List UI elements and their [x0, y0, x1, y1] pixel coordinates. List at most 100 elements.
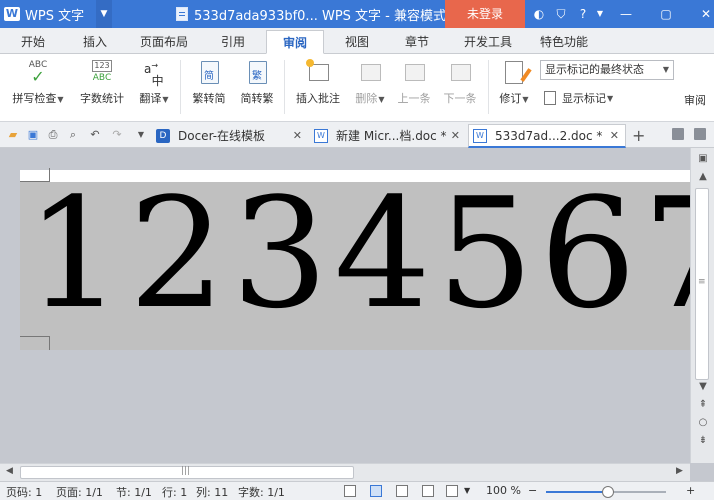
title-bar: W WPS 文字 ▼ 533d7ada933bf0... WPS 文字 - 兼容…	[0, 0, 714, 28]
next-page-icon[interactable]: ⇟	[696, 434, 710, 448]
document-tab-bar: ▰ ▣ ⎙ ⌕ ↶ ↷ ▼ D Docer-在线模板 ✕ W 新建 Micr..…	[0, 122, 714, 148]
previous-page-icon[interactable]: ⇞	[696, 398, 710, 412]
zoom-slider-knob[interactable]	[602, 486, 614, 498]
doc-tab-new-document[interactable]: W 新建 Micr...档.doc * ✕	[310, 124, 466, 148]
document-text[interactable]: 12345678	[26, 178, 690, 330]
undo-icon[interactable]: ↶	[88, 128, 102, 142]
trad-to-simp-button[interactable]: 简 繁转简	[186, 60, 232, 106]
select-browse-object-icon[interactable]: ○	[696, 416, 710, 430]
fullscreen-icon[interactable]	[344, 485, 356, 497]
simp-to-trad-button[interactable]: 繁 简转繁	[234, 60, 280, 106]
status-section: 节: 1/1	[116, 486, 152, 499]
new-tab-icon[interactable]: +	[632, 126, 645, 145]
insert-comment-label: 插入批注	[296, 92, 340, 105]
horizontal-scrollbar[interactable]: ◀ ||| ▶	[0, 463, 690, 481]
ribbon-separator	[488, 60, 489, 114]
chevron-down-icon: ▼	[662, 65, 669, 74]
zoom-out-icon[interactable]: −	[528, 484, 537, 497]
tab-home[interactable]: 开始	[12, 30, 54, 54]
word-count-label: 字数统计	[80, 92, 124, 105]
minimize-icon[interactable]: —	[606, 0, 646, 28]
tab-references[interactable]: 引用	[212, 30, 254, 54]
tab-list-icon[interactable]	[672, 128, 684, 140]
quick-access-dropdown-icon[interactable]: ▼	[134, 128, 148, 142]
close-tab-icon[interactable]: ✕	[451, 125, 460, 147]
close-icon[interactable]: ✕	[686, 0, 714, 28]
show-markup-button[interactable]: 显示标记 ▼	[544, 90, 613, 106]
delete-comment-button[interactable]: 删除▼	[350, 60, 390, 106]
tab-developer[interactable]: 开发工具	[458, 30, 518, 54]
app-menu-dropdown-icon[interactable]: ▼	[96, 0, 112, 28]
word-count-button[interactable]: 123 ABC 字数统计	[74, 60, 130, 106]
zoom-in-icon[interactable]: +	[686, 484, 695, 497]
document-canvas[interactable]: 12345678	[0, 148, 690, 463]
scroll-down-icon[interactable]: ▼	[696, 380, 710, 394]
close-tab-icon[interactable]: ✕	[293, 125, 302, 147]
view-dropdown-icon[interactable]: ▼	[464, 486, 470, 495]
zoom-level[interactable]: 100 %	[486, 484, 521, 497]
status-column: 列: 11	[196, 486, 229, 499]
print-preview-icon[interactable]: ⌕	[66, 128, 80, 142]
docer-icon: D	[156, 129, 170, 143]
zoom-slider[interactable]	[546, 486, 666, 498]
doc-tab-docer[interactable]: D Docer-在线模板 ✕	[152, 124, 308, 148]
outline-view-icon[interactable]	[396, 485, 408, 497]
status-word-count[interactable]: 字数: 1/1	[238, 484, 285, 500]
login-button[interactable]: 未登录	[445, 0, 525, 28]
tab-special-features[interactable]: 特色功能	[536, 30, 592, 54]
skin-icon[interactable]: ◐	[528, 0, 550, 28]
vertical-scrollbar[interactable]: ▣ ▲ ≡ ▼ ⇞ ○ ⇟	[690, 148, 714, 463]
spell-check-label: 拼写检查	[12, 92, 57, 105]
tab-view[interactable]: 视图	[336, 30, 378, 54]
next-comment-button[interactable]: 下一条	[440, 60, 480, 106]
spell-check-icon: ABC ✓	[28, 60, 48, 86]
options-dropdown-icon[interactable]: ▼	[594, 0, 606, 28]
status-line: 行: 1	[162, 486, 188, 499]
window-mode-icon[interactable]	[694, 128, 706, 140]
tab-review[interactable]: 审阅	[266, 30, 324, 54]
spell-check-button[interactable]: ABC ✓ 拼写检查▼	[6, 60, 70, 106]
insert-comment-button[interactable]: 插入批注	[290, 59, 346, 106]
scroll-right-icon[interactable]: ▶	[676, 466, 683, 476]
web-view-icon[interactable]	[422, 485, 434, 497]
horizontal-scroll-thumb[interactable]: |||	[20, 466, 354, 479]
close-tab-icon[interactable]: ✕	[610, 125, 619, 147]
split-view-icon[interactable]: ▣	[696, 152, 710, 166]
save-icon[interactable]: ▣	[26, 128, 40, 142]
doc-tab-current[interactable]: W 533d7ad...2.doc * ✕	[468, 124, 626, 148]
open-folder-icon[interactable]: ▰	[6, 128, 20, 142]
vertical-scroll-thumb[interactable]: ≡	[695, 188, 709, 380]
tab-chapter[interactable]: 章节	[396, 30, 438, 54]
scroll-left-icon[interactable]: ◀	[6, 466, 13, 476]
doc-tab-label: 533d7ad...2.doc *	[495, 128, 603, 143]
next-comment-label: 下一条	[443, 92, 477, 105]
print-icon[interactable]: ⎙	[46, 128, 60, 142]
show-markup-icon	[544, 91, 556, 105]
review-pane-button[interactable]: 审阅	[684, 92, 706, 108]
translate-label: 翻译	[139, 92, 162, 105]
app-menu-button[interactable]: W WPS 文字	[0, 0, 84, 28]
maximize-icon[interactable]: ▢	[646, 0, 686, 28]
tab-page-layout[interactable]: 页面布局	[136, 30, 192, 54]
status-page-number: 页码: 1	[6, 486, 43, 499]
track-changes-label: 修订	[499, 92, 522, 105]
translate-button[interactable]: a→ 中 翻译▼	[134, 60, 174, 106]
help-icon[interactable]: ?	[572, 0, 594, 28]
previous-comment-button[interactable]: 上一条	[394, 60, 434, 106]
scroll-up-icon[interactable]: ▲	[696, 170, 710, 184]
document-page[interactable]: 12345678	[20, 170, 690, 350]
track-changes-button[interactable]: 修订▼	[494, 60, 534, 106]
document-icon	[176, 7, 188, 21]
markup-state-select[interactable]: 显示标记的最终状态 ▼	[540, 60, 674, 80]
page-view-icon[interactable]	[370, 485, 382, 497]
app-name: WPS 文字	[25, 8, 85, 24]
tab-insert[interactable]: 插入	[74, 30, 116, 54]
previous-comment-label: 上一条	[397, 92, 431, 105]
word-count-icon: 123 ABC	[92, 60, 112, 83]
shirt-icon[interactable]: ⛉	[550, 0, 572, 28]
ribbon-toolbar: ABC ✓ 拼写检查▼ 123 ABC 字数统计 a→ 中 翻译▼ 简 繁转简 繁 …	[0, 54, 714, 122]
reading-view-icon[interactable]	[446, 485, 458, 497]
translate-icon: a→ 中	[144, 61, 164, 88]
document-title: 533d7ada933bf0... WPS 文字 - 兼容模式	[176, 0, 446, 28]
redo-icon[interactable]: ↷	[110, 128, 124, 142]
